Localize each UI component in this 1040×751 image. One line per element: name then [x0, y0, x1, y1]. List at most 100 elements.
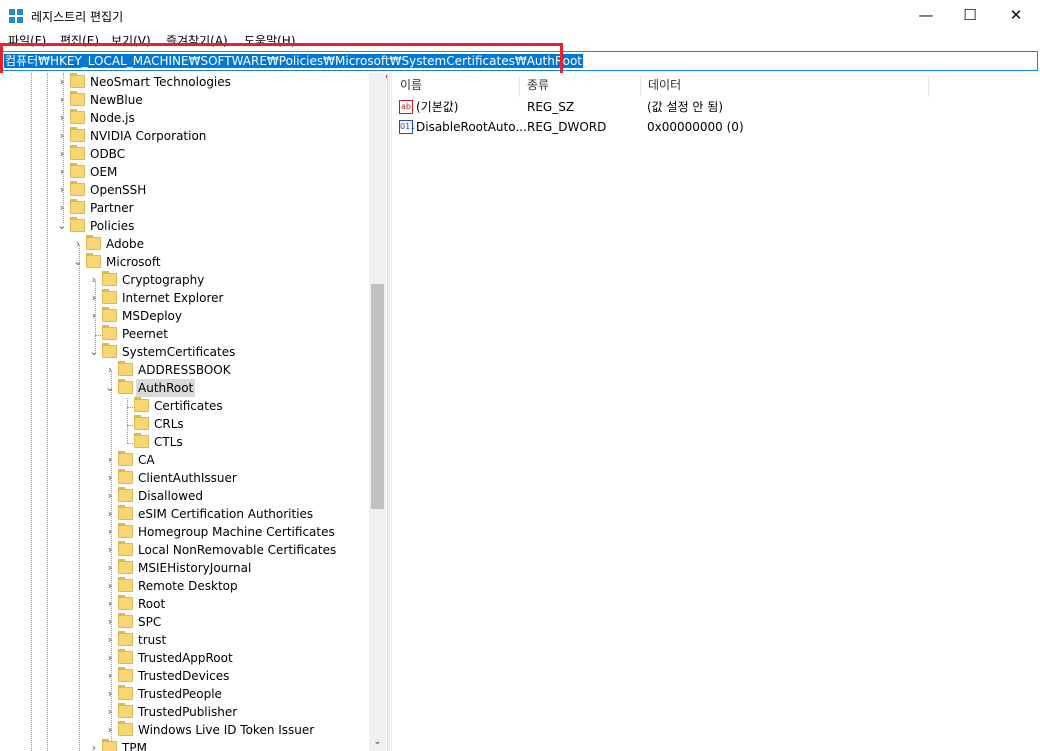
title-bar: 레지스트리 편집기 — ☐ ✕ [0, 0, 1040, 31]
folder-icon [118, 613, 133, 628]
tree-item-label: Disallowed [138, 489, 204, 503]
value-row[interactable]: 011 DisableRootAuto... REG_DWORD 0x00000… [392, 117, 992, 137]
tree-item-label: Homegroup Machine Certificates [138, 525, 335, 539]
folder-open-icon [118, 379, 133, 394]
folder-icon [70, 145, 85, 160]
folder-icon [86, 253, 101, 268]
tree-item-label: Remote Desktop [138, 579, 238, 593]
value-type: REG_SZ [527, 100, 575, 114]
expand-chevron-icon[interactable]: › [104, 451, 116, 469]
collapse-chevron-icon[interactable]: ⌄ [56, 217, 68, 235]
folder-icon [134, 433, 149, 448]
expand-chevron-icon[interactable]: › [104, 487, 116, 505]
expand-chevron-icon[interactable]: › [56, 145, 68, 163]
column-header-name[interactable]: 이름 [400, 73, 422, 97]
folder-icon [118, 523, 133, 538]
tree-item-label: CTLs [154, 435, 183, 449]
registry-editor-icon [9, 9, 23, 23]
tree-item-label: Policies [90, 219, 135, 233]
expand-chevron-icon[interactable]: › [104, 361, 116, 379]
folder-icon [118, 595, 133, 610]
tree-item-label: AuthRoot [136, 379, 196, 397]
folder-icon [70, 217, 85, 232]
tree-item-label: ClientAuthIssuer [138, 471, 237, 485]
folder-icon [118, 667, 133, 682]
expand-chevron-icon[interactable]: › [56, 181, 68, 199]
tree-item-label: MSDeploy [122, 309, 182, 323]
folder-icon [86, 235, 101, 250]
expand-chevron-icon[interactable]: › [88, 307, 100, 325]
folder-icon [118, 559, 133, 574]
expand-chevron-icon[interactable]: › [88, 289, 100, 307]
scrollbar-thumb[interactable] [371, 284, 384, 509]
expand-chevron-icon[interactable]: › [56, 199, 68, 217]
folder-icon [134, 415, 149, 430]
column-header-type[interactable]: 종류 [527, 73, 549, 97]
folder-icon [70, 91, 85, 106]
folder-icon [118, 703, 133, 718]
tree-item-label: NewBlue [90, 93, 143, 107]
folder-icon [118, 541, 133, 556]
folder-icon [70, 109, 85, 124]
tree-item-label: Partner [90, 201, 134, 215]
maximize-button[interactable]: ☐ [947, 0, 993, 31]
expand-chevron-icon[interactable]: › [104, 505, 116, 523]
tree-item-label: NVIDIA Corporation [90, 129, 207, 143]
expand-chevron-icon[interactable]: › [104, 595, 116, 613]
folder-icon [102, 271, 117, 286]
folder-icon [118, 361, 133, 376]
tree-item-label: Local NonRemovable Certificates [138, 543, 337, 557]
expand-chevron-icon[interactable]: › [104, 649, 116, 667]
tree-guide-line [79, 245, 80, 751]
value-row[interactable]: ab (기본값) REG_SZ (값 설정 안 됨) [392, 97, 992, 117]
expand-chevron-icon[interactable]: › [72, 235, 84, 253]
folder-icon [118, 685, 133, 700]
expand-chevron-icon[interactable]: › [104, 469, 116, 487]
expand-chevron-icon[interactable]: › [104, 721, 116, 739]
tree-scrollbar[interactable]: ⌄ [369, 73, 386, 751]
expand-chevron-icon[interactable]: › [104, 559, 116, 577]
collapse-chevron-icon[interactable]: ⌄ [104, 379, 116, 397]
expand-chevron-icon[interactable]: › [104, 685, 116, 703]
expand-chevron-icon[interactable]: › [104, 613, 116, 631]
column-header-data[interactable]: 데이터 [648, 73, 681, 97]
expand-chevron-icon[interactable]: › [104, 523, 116, 541]
tree-item-label: MSIEHistoryJournal [138, 561, 252, 575]
tree-item-label: Root [138, 597, 166, 611]
collapse-chevron-icon[interactable]: ⌄ [72, 253, 84, 271]
expand-chevron-icon[interactable]: › [104, 631, 116, 649]
tree-item-label: OpenSSH [90, 183, 147, 197]
tree-item-label: SPC [138, 615, 162, 629]
tree-item-label: TrustedPeople [138, 687, 222, 701]
expand-chevron-icon[interactable]: › [104, 577, 116, 595]
expand-chevron-icon[interactable]: › [104, 703, 116, 721]
expand-chevron-icon[interactable]: › [56, 163, 68, 181]
folder-icon [102, 325, 117, 340]
scroll-down-arrow-icon[interactable]: ⌄ [369, 735, 386, 749]
tree-guide-line [47, 73, 48, 751]
tree-guide-line [127, 398, 128, 443]
expand-chevron-icon[interactable]: › [104, 667, 116, 685]
expand-chevron-icon[interactable]: › [56, 109, 68, 127]
expand-chevron-icon[interactable]: › [56, 91, 68, 109]
tree-guide-line [31, 73, 32, 751]
binary-value-icon: 011 [399, 120, 415, 134]
expand-chevron-icon[interactable]: › [88, 271, 100, 289]
column-separator[interactable] [640, 76, 641, 97]
value-name: (기본값) [416, 100, 459, 114]
tree-item-label: eSIM Certification Authorities [138, 507, 314, 521]
tree-item-label: TrustedPublisher [138, 705, 238, 719]
column-separator[interactable] [519, 76, 520, 97]
column-separator[interactable] [928, 76, 929, 97]
expand-chevron-icon[interactable]: › [56, 127, 68, 145]
collapse-chevron-icon[interactable]: ⌄ [88, 343, 100, 361]
folder-icon [118, 649, 133, 664]
folder-icon [70, 127, 85, 142]
expand-chevron-icon[interactable]: › [104, 541, 116, 559]
tree-item-label: Microsoft [106, 255, 161, 269]
close-button[interactable]: ✕ [993, 0, 1039, 31]
expand-chevron-icon[interactable]: › [56, 73, 68, 91]
minimize-button[interactable]: — [903, 0, 949, 31]
expand-chevron-icon[interactable]: › [88, 739, 100, 751]
tree-item-label: TrustedAppRoot [138, 651, 233, 665]
